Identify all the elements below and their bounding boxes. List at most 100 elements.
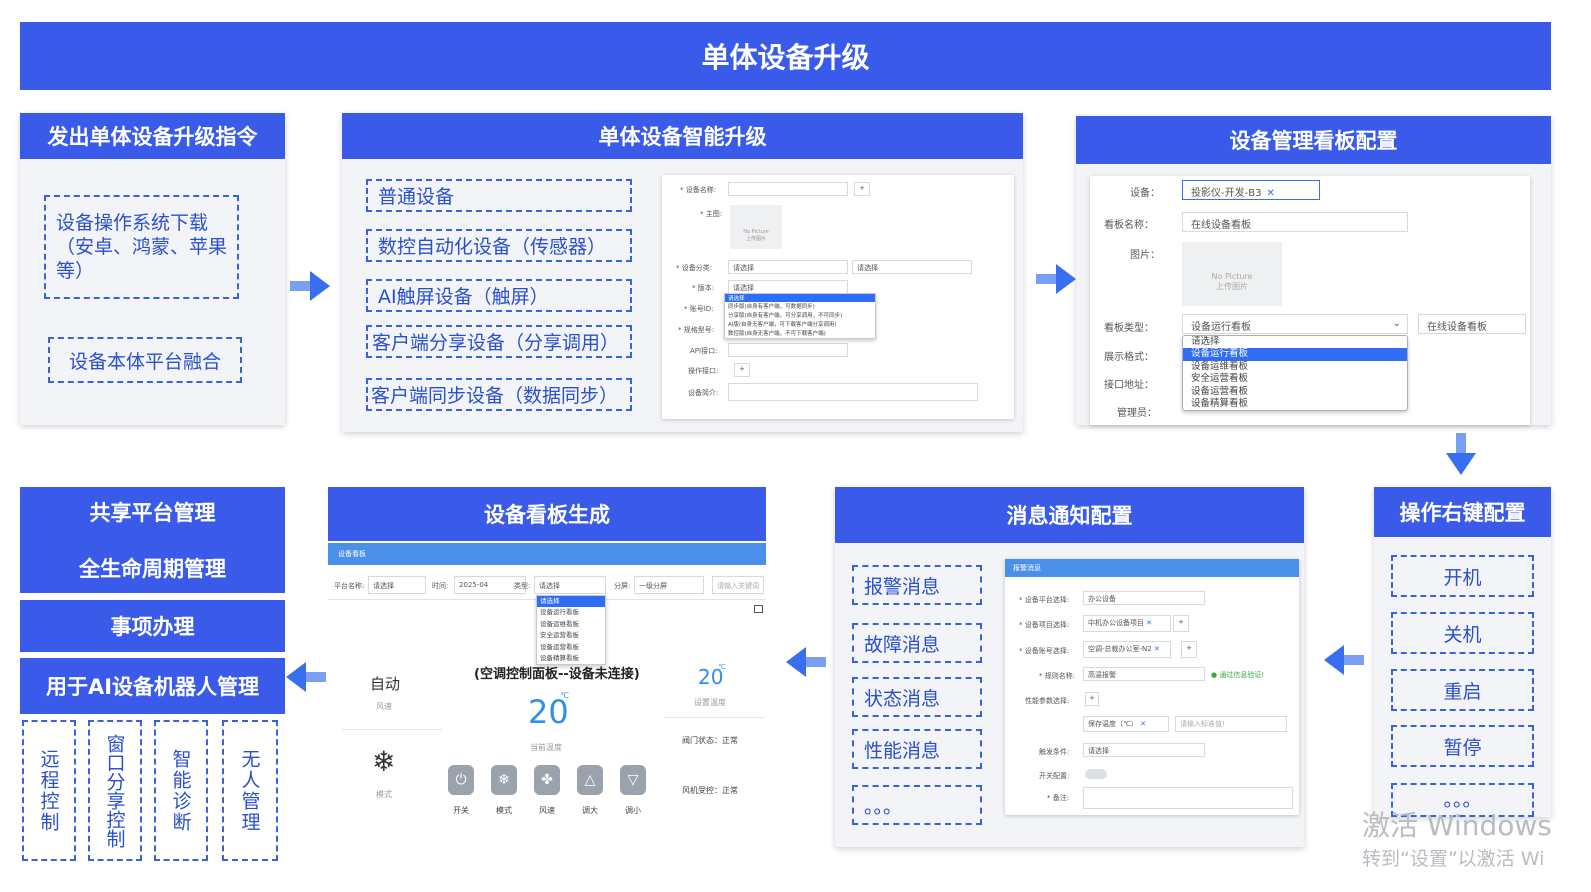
dropdown-option[interactable]: 设备精算看板 (1183, 398, 1407, 410)
panel-upgrade-command-header: 发出单体设备升级指令 (20, 113, 285, 159)
dropdown-option[interactable]: 设备运行看板 (1183, 348, 1407, 361)
filter-type-select[interactable]: 请选择 (534, 576, 606, 594)
valve-status: 阀门状态：正常 (682, 736, 738, 745)
alarm-label-platform: * 设备平台选择: (1019, 596, 1070, 604)
platform-select[interactable]: 办公设备 (1083, 591, 1205, 605)
form-label-api: API接口: (690, 347, 718, 355)
api-field[interactable] (728, 343, 848, 357)
filter-platform-select[interactable]: 请选择 (368, 576, 426, 594)
increase-button[interactable]: △ (577, 765, 603, 795)
dropdown-option[interactable]: 数控版(自身无客户端，不可下载客户端) (725, 329, 875, 338)
device-name-field[interactable] (728, 182, 848, 196)
triangle-up-icon: △ (584, 772, 596, 788)
unmanned-item: 无人管理 (222, 720, 278, 861)
dropdown-option[interactable]: 设备运营看板 (537, 642, 605, 653)
snowflake-icon: ❄ (498, 772, 510, 788)
image-placeholder[interactable]: No Picture 上传图片 (730, 205, 782, 249)
decrease-button[interactable]: ▽ (620, 765, 646, 795)
close-icon[interactable]: ✕ (1266, 188, 1274, 199)
rule-name-field[interactable]: 高温报警 (1083, 667, 1205, 681)
dropdown-option[interactable]: 设备运营看板 (1183, 386, 1407, 398)
category-select-1[interactable]: 请选择 (728, 260, 848, 274)
mode-button[interactable]: ❄ (491, 765, 517, 795)
panel-smart-upgrade-header: 单体设备智能升级 (342, 113, 1023, 159)
param-value-field[interactable]: 请输入标准值! (1175, 716, 1287, 732)
board-label-name: 看板名称： (1104, 220, 1154, 231)
board-label-admin: 管理员： (1117, 408, 1157, 419)
window-share-item: 窗口分享控制 (88, 720, 142, 861)
alarm-label-project: * 设备项目选择: (1019, 621, 1070, 629)
message-status: 状态消息 (852, 677, 982, 717)
board-type-select[interactable]: 设备运行看板 ⌄ (1182, 314, 1408, 334)
filter-type-label: 类型: (514, 582, 531, 590)
close-icon[interactable]: ✕ (1144, 619, 1152, 627)
wind-label: 风速 (376, 702, 392, 711)
device-form-screenshot: * 设备名称: + * 主图: No Picture 上传图片 * 设备分类: … (662, 175, 1014, 419)
platform-fusion-item: 设备本体平台融合 (48, 337, 242, 383)
form-label-category: * 设备分类: (676, 264, 713, 272)
fan-status: 风机受控：正常 (682, 786, 738, 795)
device-type-share: 客户端分享设备（分享调用） (366, 325, 632, 358)
set-temp-label: 设置温度 (694, 698, 726, 707)
chevron-down-icon: ⌄ (1392, 318, 1401, 329)
fan-speed-button[interactable]: ✤ (534, 765, 560, 795)
window-restore-icon[interactable] (754, 605, 763, 613)
dropdown-option[interactable]: 同步版(自身有客户端，可数据同步) (725, 302, 875, 311)
param-add-button[interactable]: + (1085, 692, 1099, 706)
dropdown-option[interactable]: 设备运维看板 (537, 619, 605, 630)
control-label: 开关 (453, 806, 469, 815)
filter-search-input[interactable]: 请输入关键词 (712, 576, 764, 594)
set-temp-unit: ℃ (718, 663, 726, 671)
dropdown-option[interactable]: 请选择 (725, 294, 875, 302)
switch-toggle[interactable] (1085, 769, 1107, 779)
form-label-name: * 设备名称: (680, 186, 717, 194)
type-dropdown[interactable]: 请选择 设备运行看板 设备运维看板 安全运营看板 设备运营看板 设备精算看板 (536, 595, 606, 665)
dropdown-option[interactable]: 设备运行看板 (537, 607, 605, 618)
category-select-2[interactable]: 请选择 (852, 260, 972, 274)
account-add-button[interactable]: + (1181, 641, 1197, 658)
ac-panel-title: (空调控制面板--设备未连接) (474, 667, 640, 682)
board-image-placeholder[interactable]: No Picture 上传图片 (1182, 242, 1282, 306)
board-name-field[interactable]: 在线设备看板 (1182, 212, 1408, 232)
board-type-dropdown[interactable]: 请选择 设备运行看板 设备运维看板 安全运营看板 设备运营看板 设备精算看板 (1182, 335, 1408, 411)
project-tag-field[interactable]: 中机办公设备项目 ✕ (1083, 615, 1171, 632)
close-icon[interactable]: ✕ (1138, 720, 1146, 728)
affairs-header: 事项办理 (20, 600, 285, 652)
board-side-field[interactable]: 在线设备看板 (1418, 314, 1526, 334)
trigger-select[interactable]: 请选择 (1083, 743, 1205, 757)
dropdown-option[interactable]: 分享版(自身有客户端，可分享调用，不可同步) (725, 311, 875, 320)
message-fault: 故障消息 (852, 623, 982, 663)
filter-screen-label: 分屏: (614, 582, 631, 590)
panel-notification-config: 消息通知配置 报警消息 故障消息 状态消息 性能消息 。。。 报警消息 * 设备… (835, 487, 1304, 847)
board-topbar: 设备看板 (328, 543, 766, 565)
message-more: 。。。 (852, 785, 982, 825)
intro-field[interactable] (728, 383, 978, 401)
dropdown-option[interactable]: 安全运营看板 (1183, 373, 1407, 385)
form-label-operation: 操作接口: (688, 367, 719, 375)
action-restart: 重启 (1391, 669, 1534, 711)
power-button[interactable]: ⏻ (448, 765, 474, 795)
dropdown-option[interactable]: AI版(自身无客户端，可下载客户端分享调用) (725, 320, 875, 329)
device-tag-field[interactable]: 投影仪-开发-B3 ✕ (1182, 180, 1320, 200)
account-tag-field[interactable]: 空调-总裁办公室-N2 ✕ (1083, 641, 1171, 658)
arrow-left-icon (786, 647, 826, 677)
alarm-label-note: * 备注: (1047, 794, 1070, 802)
param-tag-field[interactable]: 保存温度（℃） ✕ (1083, 716, 1169, 732)
dropdown-option[interactable]: 设备运维看板 (1183, 361, 1407, 373)
close-icon[interactable]: ✕ (1152, 645, 1160, 653)
filter-screen-select[interactable]: 一级分屏 (634, 576, 704, 594)
board-label-api: 接口地址： (1104, 380, 1154, 391)
version-dropdown[interactable]: 请选择 同步版(自身有客户端，可数据同步) 分享版(自身有客户端，可分享调用，不… (724, 293, 876, 339)
operation-add-button[interactable]: + (734, 363, 750, 377)
activation-watermark: 激活 Windows 转到“设置”以激活 Wi (1362, 809, 1552, 870)
panel-board-generation: 设备看板生成 设备看板 平台名称: 请选择 时间: 2025-04 类型: 请选… (328, 487, 766, 843)
note-field[interactable] (1083, 787, 1293, 809)
dropdown-option[interactable]: 请选择 (537, 596, 605, 608)
control-label: 风速 (539, 806, 555, 815)
dropdown-option[interactable]: 安全运营看板 (537, 630, 605, 641)
project-add-button[interactable]: + (1173, 615, 1189, 632)
version-select[interactable]: 请选择 (728, 280, 848, 294)
dropdown-option[interactable]: 请选择 (1183, 336, 1407, 348)
snowflake-icon: ❄ (372, 745, 396, 778)
add-button[interactable]: + (854, 182, 870, 196)
